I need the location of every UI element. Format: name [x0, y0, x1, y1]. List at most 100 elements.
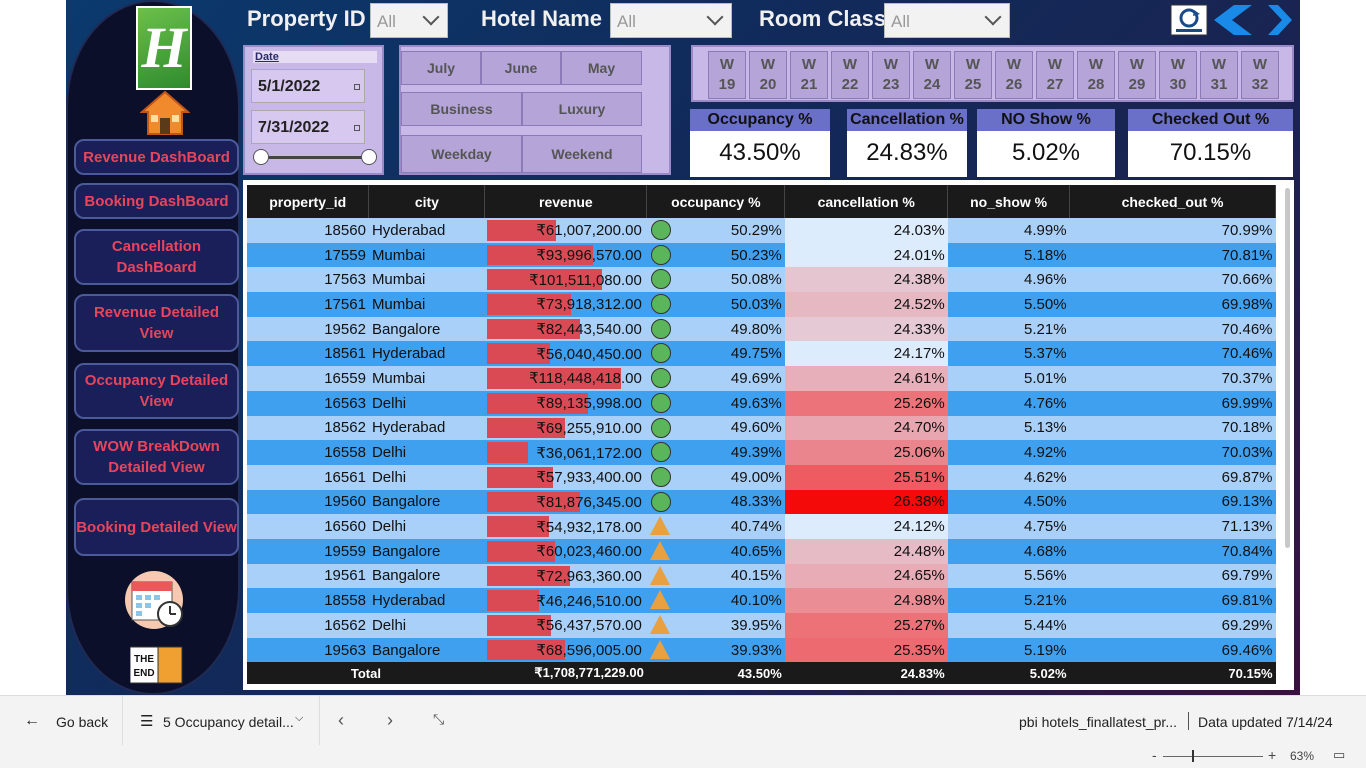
- nav-cancellation-dashboard[interactable]: Cancellation DashBoard: [74, 229, 239, 285]
- col-header-checked-out[interactable]: checked_out %: [1069, 185, 1276, 218]
- table-row[interactable]: 16558 Delhi ₹36,061,172.00 49.39% 25.06% 4.92…: [247, 440, 1276, 465]
- start-date-input[interactable]: 5/1/2022: [251, 69, 365, 103]
- table-row[interactable]: 18561 Hyderabad ₹56,040,450.00 49.75% 24.17%…: [247, 341, 1276, 367]
- property-id-label: Property ID: [247, 6, 366, 31]
- week-button[interactable]: W 20: [749, 51, 787, 99]
- week-button[interactable]: W 31: [1200, 51, 1238, 99]
- col-header-revenue[interactable]: revenue: [484, 185, 648, 218]
- week-button[interactable]: W 26: [995, 51, 1033, 99]
- end-date-input[interactable]: 7/31/2022: [251, 110, 365, 144]
- table-row[interactable]: 17563 Mumbai ₹101,511,080.00 50.08% 24.38% 4.…: [247, 267, 1276, 293]
- week-button[interactable]: W 22: [831, 51, 869, 99]
- revenue-value: ₹73,918,312.00: [536, 296, 642, 314]
- month-button-july[interactable]: July: [401, 51, 481, 85]
- table-row[interactable]: 16562 Delhi ₹56,437,570.00 39.95% 25.27% 5.44…: [247, 613, 1276, 638]
- page-selector[interactable]: 5 Occupancy detail...: [163, 714, 294, 730]
- daytype-button-weekday[interactable]: Weekday: [401, 135, 522, 173]
- col-header-occupancy[interactable]: occupancy %: [646, 185, 786, 218]
- zoom-out-icon[interactable]: -: [1152, 747, 1157, 763]
- week-prefix: W: [1211, 56, 1227, 73]
- zoom-slider-handle[interactable]: [1192, 750, 1194, 762]
- week-number: 21: [800, 76, 818, 93]
- nav-booking-detailed-view[interactable]: Booking Detailed View: [74, 498, 239, 556]
- previous-page-icon[interactable]: ‹: [338, 710, 344, 731]
- cell-no-show: 5.21%: [947, 588, 1070, 613]
- nav-booking-dashboard[interactable]: Booking DashBoard: [74, 183, 239, 219]
- col-header-no-show[interactable]: no_show %: [947, 185, 1071, 218]
- nav-wow-breakdown-detailed-view[interactable]: WOW BreakDown Detailed View: [74, 429, 239, 485]
- table-row[interactable]: 18558 Hyderabad ₹46,246,510.00 40.10% 24.98%…: [247, 588, 1276, 613]
- col-header-cancellation[interactable]: cancellation %: [784, 185, 949, 218]
- date-slider-start-handle[interactable]: [253, 149, 269, 165]
- next-page-icon[interactable]: ›: [387, 710, 393, 731]
- forward-arrow-icon[interactable]: [1264, 4, 1294, 36]
- week-button[interactable]: W 21: [790, 51, 828, 99]
- table-row[interactable]: 18560 Hyderabad ₹61,007,200.00 50.29% 24.03%…: [247, 218, 1276, 243]
- zoom-slider[interactable]: [1163, 756, 1263, 757]
- date-slider-end-handle[interactable]: [361, 149, 377, 165]
- revenue-value: ₹57,933,400.00: [536, 469, 642, 487]
- week-button[interactable]: W 29: [1118, 51, 1156, 99]
- property-id-select[interactable]: All: [370, 3, 448, 38]
- nav-occupancy-detailed-view[interactable]: Occupancy Detailed View: [74, 363, 239, 419]
- total-checked-out: 70.15%: [1069, 662, 1276, 685]
- page-list-icon[interactable]: ☰: [140, 712, 153, 730]
- table-row[interactable]: 17559 Mumbai ₹93,996,570.00 50.23% 24.01% 5.1…: [247, 242, 1276, 268]
- table-row[interactable]: 16560 Delhi ₹54,932,178.00 40.74% 24.12% 4.75…: [247, 514, 1276, 539]
- room-class-select[interactable]: All: [884, 3, 1010, 38]
- table-row[interactable]: 16559 Mumbai ₹118,448,418.00 49.69% 24.61% 5.…: [247, 366, 1276, 391]
- the-end-book-icon[interactable]: THE END: [130, 645, 184, 685]
- back-arrow-icon[interactable]: [1212, 4, 1254, 36]
- week-button[interactable]: W 27: [1036, 51, 1074, 99]
- table-row[interactable]: 19559 Bangalore ₹60,023,460.00 40.65% 24.48%…: [247, 538, 1276, 564]
- week-button[interactable]: W 28: [1077, 51, 1115, 99]
- green-circle-icon: [650, 368, 671, 389]
- week-prefix: W: [924, 56, 940, 73]
- cell-city: Delhi: [368, 613, 485, 638]
- home-icon[interactable]: [140, 90, 190, 136]
- cell-checked-out: 70.46%: [1069, 341, 1276, 367]
- month-button-may[interactable]: May: [561, 51, 642, 85]
- nav-revenue-detailed-view[interactable]: Revenue Detailed View: [74, 294, 239, 352]
- week-button[interactable]: W 19: [708, 51, 746, 99]
- table-row[interactable]: 19560 Bangalore ₹81,876,345.00 48.33% 26.38%…: [247, 489, 1276, 515]
- divider: [319, 696, 320, 746]
- table-row[interactable]: 19563 Bangalore ₹68,596,005.00 39.93% 25.35%…: [247, 637, 1276, 663]
- week-button[interactable]: W 30: [1159, 51, 1197, 99]
- nav-revenue-dashboard[interactable]: Revenue DashBoard: [74, 139, 239, 175]
- cell-revenue: ₹68,596,005.00: [484, 637, 647, 663]
- collapse-icon[interactable]: ⤡: [433, 711, 444, 728]
- col-header-city[interactable]: city: [368, 185, 486, 218]
- table-row[interactable]: 16563 Delhi ₹89,135,998.00 49.63% 25.26% 4.76…: [247, 390, 1276, 416]
- zoom-in-icon[interactable]: +: [1268, 747, 1276, 763]
- table-row[interactable]: 19562 Bangalore ₹82,443,540.00 49.80% 24.33%…: [247, 316, 1276, 342]
- class-button-business[interactable]: Business: [401, 92, 522, 126]
- week-button[interactable]: W 24: [913, 51, 951, 99]
- refresh-filter-icon[interactable]: [1170, 4, 1208, 36]
- cell-revenue: ₹56,040,450.00: [484, 341, 647, 367]
- calendar-clock-icon[interactable]: [124, 570, 188, 630]
- month-button-june[interactable]: June: [481, 51, 561, 85]
- col-header-property-id[interactable]: property_id: [247, 185, 370, 218]
- fit-to-page-icon[interactable]: ▭: [1333, 747, 1345, 763]
- go-back-button[interactable]: Go back: [56, 714, 108, 730]
- week-button[interactable]: W 23: [872, 51, 910, 99]
- cell-cancellation: 24.48%: [784, 538, 948, 564]
- week-prefix: W: [883, 56, 899, 73]
- cell-occupancy: 49.39%: [646, 440, 785, 465]
- cell-no-show: 4.76%: [947, 390, 1070, 416]
- hotel-name-select[interactable]: All: [610, 3, 732, 38]
- daytype-button-weekend[interactable]: Weekend: [522, 135, 642, 173]
- week-button[interactable]: W 32: [1241, 51, 1279, 99]
- week-button[interactable]: W 25: [954, 51, 992, 99]
- table-row[interactable]: 17561 Mumbai ₹73,918,312.00 50.03% 24.52% 5.5…: [247, 292, 1276, 317]
- back-arrow-icon[interactable]: ←: [24, 712, 40, 730]
- date-slider-track[interactable]: [261, 156, 369, 159]
- cell-cancellation: 25.06%: [784, 440, 948, 465]
- table-row[interactable]: 18562 Hyderabad ₹69,255,910.00 49.60% 24.70%…: [247, 415, 1276, 441]
- table-row[interactable]: 19561 Bangalore ₹72,963,360.00 40.15% 24.65%…: [247, 563, 1276, 589]
- table-row[interactable]: 16561 Delhi ₹57,933,400.00 49.00% 25.51% 4.62…: [247, 464, 1276, 490]
- chevron-down-icon[interactable]: ⌵: [295, 712, 303, 725]
- table-scrollbar[interactable]: [1285, 188, 1290, 548]
- class-button-luxury[interactable]: Luxury: [522, 92, 642, 126]
